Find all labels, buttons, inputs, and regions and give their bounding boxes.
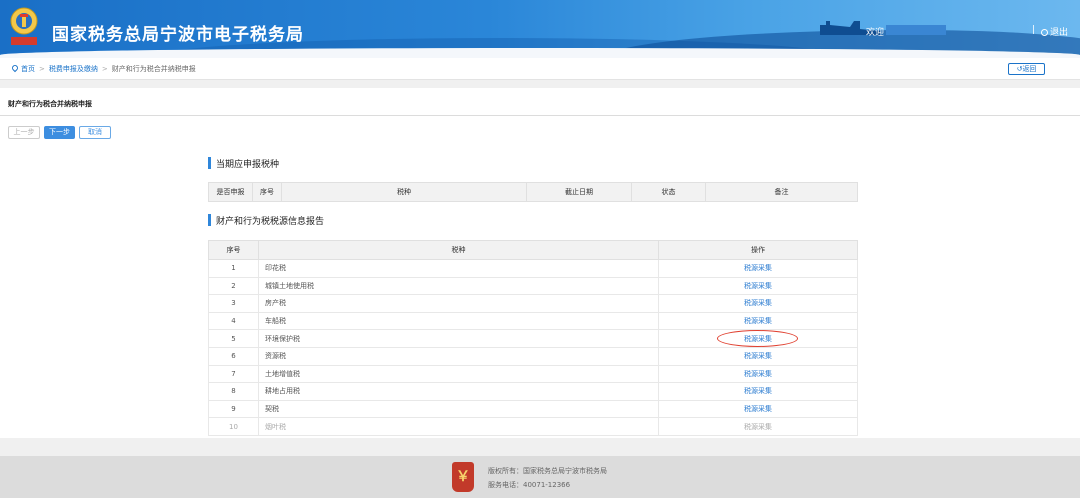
power-icon [1041, 29, 1048, 36]
row-number: 2 [208, 276, 259, 296]
column-header: 序号 [208, 240, 259, 260]
tax-source-collect-link[interactable]: 税源采集 [744, 282, 772, 290]
tax-name: 房产税 [258, 294, 659, 313]
table-row: 7 土地增值税 税源采集 [208, 364, 858, 384]
tab-combined-filing[interactable]: 财产和行为税合并纳税申报 [8, 99, 92, 109]
table-header-row: 序号 税种 操作 [208, 240, 858, 260]
table-header-row: 是否申报 序号 税种 截止日期 状态 备注 [208, 182, 858, 202]
tab-bar: 财产和行为税合并纳税申报 [0, 88, 1080, 116]
action-cell: 税源采集 [658, 259, 858, 278]
action-cell: 税源采集 [658, 276, 858, 296]
site-footer: ￥ 版权所有：国家税务总局宁波市税务局 服务电话：40071-12366 [0, 456, 1080, 498]
tax-emblem-icon [10, 7, 38, 45]
table-row: 10 烟叶税 税源采集 [208, 417, 858, 436]
table-row: 9 契税 税源采集 [208, 399, 858, 419]
action-cell: 税源采集 [658, 417, 858, 436]
tax-name: 契税 [258, 399, 659, 419]
breadcrumb-current: 财产和行为税合并纳税申报 [111, 65, 196, 73]
column-header: 状态 [631, 182, 706, 202]
column-header: 备注 [705, 182, 858, 202]
tax-name: 资源税 [258, 346, 659, 366]
site-title: 国家税务总局宁波市电子税务局 [52, 25, 304, 45]
logout-button[interactable]: 退出 [1041, 25, 1068, 38]
tax-name: 土地增值税 [258, 364, 659, 384]
column-header: 截止日期 [526, 182, 632, 202]
user-name-redacted [886, 25, 946, 35]
column-header: 是否申报 [208, 182, 253, 202]
tax-source-collect-link[interactable]: 税源采集 [744, 299, 772, 307]
logout-label: 退出 [1050, 28, 1069, 38]
action-cell: 税源采集 [658, 294, 858, 313]
section-title-current-taxes: 当期应申报税种 [208, 157, 279, 170]
tax-source-collect-link[interactable]: 税源采集 [744, 352, 772, 360]
welcome-text: 欢迎 [866, 28, 885, 38]
back-button[interactable]: ↺返回 [1008, 63, 1045, 75]
row-number: 8 [208, 382, 259, 401]
prev-step-button[interactable]: 上一步 [8, 126, 40, 139]
action-cell: 税源采集 [658, 346, 858, 366]
table-row: 1 印花税 税源采集 [208, 259, 858, 278]
highlight-annotation [717, 330, 798, 347]
action-cell: 税源采集 [658, 364, 858, 384]
header-decoration [0, 48, 1080, 58]
next-step-button[interactable]: 下一步 [44, 126, 75, 139]
column-header: 序号 [252, 182, 282, 202]
current-taxes-table: 是否申报 序号 税种 截止日期 状态 备注 [208, 182, 858, 202]
column-header: 操作 [658, 240, 858, 260]
row-number: 4 [208, 311, 259, 331]
breadcrumb-bar: 首页 > 税费申报及缴纳 > 财产和行为税合并纳税申报 ↺返回 [0, 58, 1080, 80]
breadcrumb-home[interactable]: 首页 [21, 65, 35, 73]
tax-source-collect-link[interactable]: 税源采集 [744, 423, 772, 431]
tax-name: 耕地占用税 [258, 382, 659, 401]
breadcrumb-separator: > [101, 65, 108, 73]
action-cell: 税源采集 [658, 382, 858, 401]
tax-source-collect-link[interactable]: 税源采集 [744, 370, 772, 378]
breadcrumb-separator: > [39, 65, 45, 73]
cancel-button[interactable]: 取消 [79, 126, 111, 139]
service-phone-text: 服务电话：40071-12366 [488, 481, 571, 489]
site-header: 国家税务总局宁波市电子税务局 欢迎 | 退出 [0, 0, 1080, 58]
breadcrumb: 首页 > 税费申报及缴纳 > 财产和行为税合并纳税申报 [10, 63, 196, 74]
row-number: 1 [208, 259, 259, 278]
tax-name: 烟叶税 [258, 417, 659, 436]
tax-name: 印花税 [258, 259, 659, 278]
tax-source-collect-link[interactable]: 税源采集 [744, 387, 772, 395]
action-cell: 税源采集 [658, 311, 858, 331]
breadcrumb-tax-filing[interactable]: 税费申报及缴纳 [49, 65, 98, 73]
row-number: 3 [208, 294, 259, 313]
row-number: 7 [208, 364, 259, 384]
action-cell: 税源采集 [658, 399, 858, 419]
row-number: 5 [208, 329, 259, 348]
tax-name: 城镇土地使用税 [258, 276, 659, 296]
tax-source-collect-link[interactable]: 税源采集 [744, 405, 772, 413]
table-row: 3 房产税 税源采集 [208, 294, 858, 313]
header-separator: | [1032, 25, 1036, 35]
tax-name: 车船税 [258, 311, 659, 331]
row-number: 6 [208, 346, 259, 366]
table-row: 6 资源税 税源采集 [208, 346, 858, 366]
column-header: 税种 [258, 240, 659, 260]
tax-source-collect-link[interactable]: 税源采集 [744, 317, 772, 325]
tax-logo-icon: ￥ [452, 462, 474, 492]
row-number: 10 [208, 417, 259, 436]
tax-name: 环境保护税 [258, 329, 659, 348]
tax-source-collect-link[interactable]: 税源采集 [744, 264, 772, 272]
location-pin-icon [10, 63, 20, 73]
section-title-tax-source-report: 财产和行为税税源信息报告 [208, 214, 324, 227]
copyright-text: 版权所有：国家税务总局宁波市税务局 [488, 467, 607, 475]
table-row: 2 城镇土地使用税 税源采集 [208, 276, 858, 296]
back-label: 返回 [1022, 65, 1037, 73]
table-row: 4 车船税 税源采集 [208, 311, 858, 331]
row-number: 9 [208, 399, 259, 419]
table-row: 8 耕地占用税 税源采集 [208, 382, 858, 401]
column-header: 税种 [281, 182, 527, 202]
